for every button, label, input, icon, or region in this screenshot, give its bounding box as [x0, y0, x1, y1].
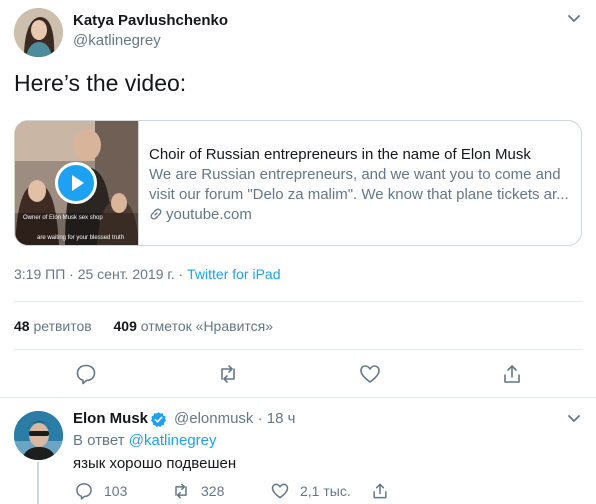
likes-count: 409 [113, 318, 137, 334]
tweet-date[interactable]: 25 сент. 2019 г. [78, 266, 175, 282]
reply-text: язык хорошо подвешен [73, 455, 237, 472]
play-icon[interactable] [55, 162, 97, 204]
retweets-stat[interactable]: 48 ретвитов [14, 318, 92, 334]
thumbnail-caption: are waiting for your blessed truth [37, 235, 125, 241]
link-card[interactable]: Owner of Elon Musk sex shop are waiting … [14, 120, 582, 246]
card-body: Choir of Russian entrepreneurs in the na… [149, 145, 574, 225]
meta-separator: · [65, 266, 78, 282]
meta-separator: · [174, 266, 188, 282]
retweet-icon [175, 483, 187, 499]
reply-icon [76, 483, 92, 500]
reply-prefix: В ответ [73, 432, 125, 449]
chevron-down-icon[interactable] [566, 412, 582, 424]
reply-author-handle[interactable]: @elonmusk [174, 410, 253, 427]
reply-count: 103 [104, 483, 128, 499]
tweet-stats: 48 ретвитов 409 отметок «Нравится» [14, 318, 273, 334]
tweet-meta: 3:19 ПП · 25 сент. 2019 г. · Twitter for… [14, 266, 281, 282]
thumbnail-caption: Owner of Elon Musk sex shop [23, 215, 103, 221]
likes-stat[interactable]: 409 отметок «Нравится» [114, 318, 274, 334]
divider [14, 301, 582, 302]
reply-action[interactable]: 103 [74, 481, 127, 501]
tweet-text: Here’s the video: [14, 70, 187, 96]
retweet-action[interactable]: 328 [171, 481, 224, 501]
author-handle[interactable]: @katlinegrey [73, 32, 161, 49]
retweets-count: 48 [14, 318, 30, 334]
like-action[interactable]: 2,1 тыс. [270, 481, 351, 501]
divider [0, 397, 596, 398]
card-title: Choir of Russian entrepreneurs in the na… [149, 146, 531, 163]
heart-icon[interactable] [358, 362, 382, 386]
reply-author-name[interactable]: Elon Musk [73, 410, 148, 427]
meta-separator: · [253, 410, 267, 427]
reply-time[interactable]: 18 ч [267, 410, 296, 427]
card-domain: youtube.com [149, 205, 574, 225]
retweets-label: ретвитов [33, 318, 92, 334]
retweet-icon[interactable] [216, 362, 240, 386]
thread-line [37, 462, 39, 504]
card-description-line-1: We are Russian entrepreneurs, and we wan… [149, 166, 561, 183]
reply-author-avatar[interactable] [14, 411, 63, 460]
share-icon[interactable] [500, 362, 524, 386]
tweet-client[interactable]: Twitter for iPad [187, 266, 280, 282]
reply-mention[interactable]: @katlinegrey [129, 432, 217, 449]
retweet-count: 328 [201, 483, 225, 499]
tweet-time[interactable]: 3:19 ПП [14, 266, 65, 282]
reply-icon[interactable] [74, 362, 98, 386]
reply-author-meta: @elonmusk · 18 ч [174, 410, 295, 427]
heart-icon [271, 483, 289, 499]
share-icon [373, 483, 387, 499]
chevron-down-icon[interactable] [566, 12, 582, 24]
author-name[interactable]: Katya Pavlushchenko [73, 12, 228, 29]
likes-label: отметок «Нравится» [140, 318, 274, 334]
avatar-image [14, 8, 63, 57]
divider [14, 349, 582, 350]
card-description-line-2: visit our forum "Delo za malim". We know… [149, 186, 569, 203]
author-avatar[interactable] [14, 8, 63, 57]
reply-context: В ответ @katlinegrey [73, 432, 217, 449]
video-thumbnail[interactable]: Owner of Elon Musk sex shop are waiting … [15, 121, 139, 245]
avatar-image [14, 411, 63, 460]
verified-badge-icon [150, 411, 167, 428]
card-domain-text: youtube.com [166, 206, 252, 223]
share-action[interactable] [370, 481, 400, 501]
like-count: 2,1 тыс. [300, 483, 351, 499]
link-icon [150, 208, 162, 220]
